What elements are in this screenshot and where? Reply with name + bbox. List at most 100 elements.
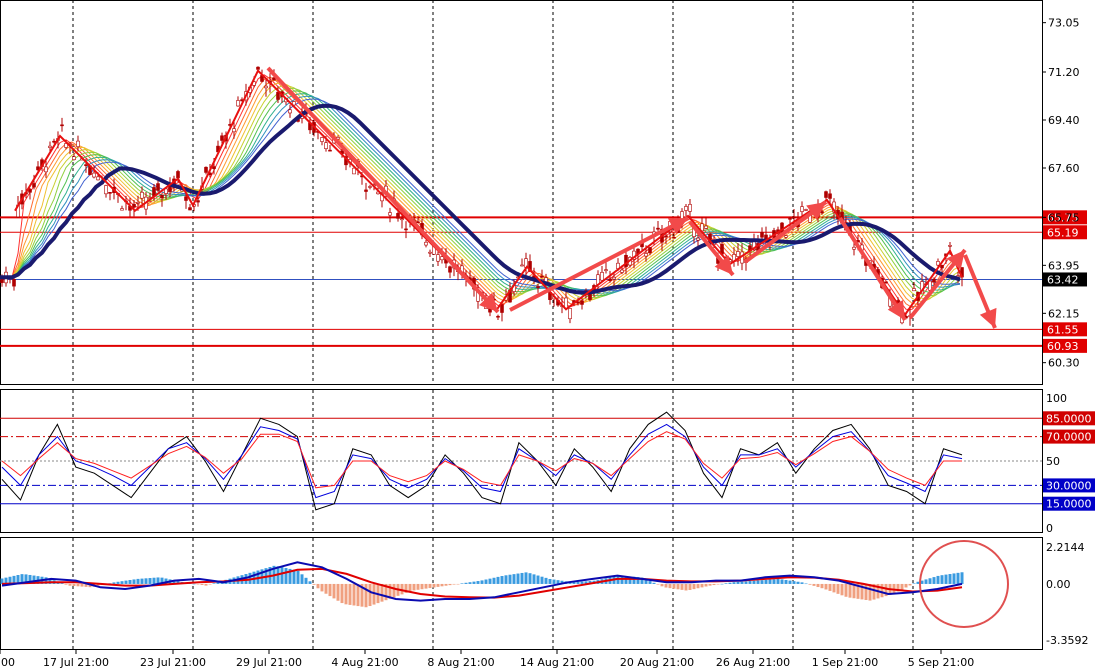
macd-histogram-bar xyxy=(756,580,760,584)
macd-histogram-bar xyxy=(852,583,856,599)
macd-histogram-bar xyxy=(432,583,436,588)
candle-body xyxy=(396,213,400,219)
macd-histogram-bar xyxy=(820,583,824,589)
macd-histogram-bar xyxy=(676,583,680,590)
candle-body xyxy=(580,300,584,305)
macd-histogram-bar xyxy=(444,583,448,586)
stochastic-tick-label: 0 xyxy=(1046,522,1053,535)
candle-body xyxy=(220,135,224,141)
macd-histogram-bar xyxy=(804,583,808,585)
candle-body xyxy=(236,100,240,107)
macd-histogram-bar xyxy=(436,583,440,587)
macd-histogram-bar xyxy=(296,570,300,584)
macd-histogram-bar xyxy=(528,573,532,584)
price-level-label: 60.93 xyxy=(1047,340,1079,353)
price-tick-label: 63.95 xyxy=(1048,259,1080,272)
candle-body xyxy=(424,241,428,246)
candle-body xyxy=(104,185,108,195)
macd-histogram-bar xyxy=(736,581,740,584)
price-tick-label: 71.20 xyxy=(1048,66,1080,79)
macd-histogram-bar xyxy=(532,574,536,584)
candle-body xyxy=(536,286,540,288)
macd-histogram-bar xyxy=(340,583,344,604)
macd-histogram-bar xyxy=(544,577,548,584)
date-tick-label: 1 Sep 21:00 xyxy=(812,656,878,669)
macd-histogram-bar xyxy=(196,583,200,585)
macd-histogram-bar xyxy=(280,567,284,584)
candle-body xyxy=(704,225,708,229)
macd-histogram-bar xyxy=(772,579,776,584)
current-price-label: 63.42 xyxy=(1047,273,1079,286)
macd-histogram-bar xyxy=(796,581,800,584)
macd-histogram-bar xyxy=(116,581,120,584)
candle-body xyxy=(156,183,160,191)
macd-histogram-bar xyxy=(460,583,464,584)
macd-histogram-bar xyxy=(208,583,212,585)
candle-body xyxy=(388,212,392,216)
candle-body xyxy=(684,206,688,211)
candle-body xyxy=(96,176,100,181)
macd-histogram-bar xyxy=(144,578,148,584)
candle-body xyxy=(28,189,32,193)
macd-histogram-bar xyxy=(704,583,708,587)
macd-histogram-bar xyxy=(800,582,804,584)
macd-histogram-bar xyxy=(552,579,556,584)
candle-body xyxy=(328,149,332,152)
macd-histogram-bar xyxy=(840,583,844,596)
macd-histogram-bar xyxy=(864,583,868,600)
macd-histogram-bar xyxy=(200,583,204,586)
candle-body xyxy=(688,204,692,212)
candle-body xyxy=(500,304,504,313)
macd-histogram-bar xyxy=(672,583,676,589)
macd-histogram-bar xyxy=(468,582,472,584)
macd-histogram-bar xyxy=(336,583,340,601)
macd-histogram-bar xyxy=(512,574,516,584)
candle-body xyxy=(912,288,916,292)
macd-histogram-bar xyxy=(420,583,424,590)
candle-body xyxy=(416,221,420,224)
macd-histogram-bar xyxy=(948,574,952,584)
stochastic-level-label: 30.0000 xyxy=(1046,479,1092,492)
macd-histogram-bar xyxy=(320,583,324,592)
macd-histogram-bar xyxy=(688,583,692,590)
candle-body xyxy=(32,183,36,188)
macd-histogram-bar xyxy=(768,579,772,584)
candle-body xyxy=(108,192,112,194)
candle-body xyxy=(540,275,544,278)
macd-histogram-bar xyxy=(212,583,216,584)
date-tick-label: 20 Aug 21:00 xyxy=(620,656,694,669)
candle-body xyxy=(132,203,136,208)
price-tick-label: 62.15 xyxy=(1048,307,1080,320)
candle-body xyxy=(644,253,648,257)
candle-body xyxy=(188,207,192,211)
candle-body xyxy=(620,269,624,273)
candle-body xyxy=(604,269,608,271)
macd-histogram-bar xyxy=(812,583,816,586)
macd-histogram-bar xyxy=(500,576,504,584)
macd-histogram-bar xyxy=(480,580,484,584)
macd-histogram-bar xyxy=(668,583,672,589)
macd-histogram-bar xyxy=(540,576,544,584)
date-tick-label: 26 Aug 21:00 xyxy=(716,656,790,669)
candle-body xyxy=(184,196,188,201)
macd-histogram-bar xyxy=(648,581,652,584)
candle-body xyxy=(76,140,80,147)
macd-histogram-bar xyxy=(832,583,836,593)
macd-histogram-bar xyxy=(844,583,848,597)
candle-body xyxy=(600,272,604,281)
candle-body xyxy=(436,254,440,262)
macd-axis: 2.2144 0.00 -3.3592 xyxy=(1046,541,1088,647)
macd-histogram-bar xyxy=(504,575,508,584)
stochastic-tick-label: 50 xyxy=(1046,455,1060,468)
candle-body xyxy=(160,194,164,199)
date-tick-label: 17 Jul 21:00 xyxy=(43,656,109,669)
macd-histogram-bar xyxy=(316,583,320,589)
macd-histogram-bar xyxy=(368,583,372,607)
candle-body xyxy=(760,232,764,238)
macd-histogram-bar xyxy=(940,575,944,584)
macd-histogram-bar xyxy=(720,583,724,585)
candle-body xyxy=(612,276,616,280)
macd-histogram-bar xyxy=(692,583,696,590)
macd-histogram-bar xyxy=(412,583,416,591)
candle-body xyxy=(72,156,76,160)
